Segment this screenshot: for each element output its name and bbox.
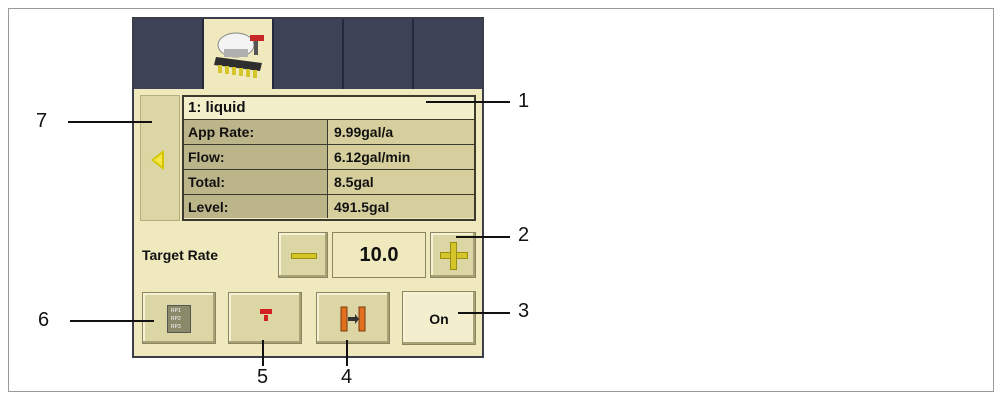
app-rate-label: App Rate: [184,120,328,144]
callout-4: 4 [341,366,353,388]
increase-rate-button[interactable] [430,232,476,278]
callout-5: 5 [257,366,269,388]
level-value: 491.5gal [328,195,474,218]
level-label: Level: [184,195,328,218]
target-rate-value[interactable]: 10.0 [332,232,426,278]
previous-product-button[interactable] [140,95,180,221]
tab-implement[interactable] [204,19,274,89]
tab-3[interactable] [274,19,344,89]
sprayer-implement-icon [214,32,264,78]
flow-value: 6.12gal/min [328,145,474,169]
decrease-rate-button[interactable] [278,232,328,278]
boom-status-button[interactable] [228,292,302,344]
nozzle-icon [260,309,272,314]
product-list-icon: RP1 RP2 RP3 [167,305,191,333]
callout-line-2 [456,236,510,238]
tab-4[interactable] [344,19,414,89]
info-row: App Rate: 9.99gal/a [184,120,474,145]
product-select-button[interactable]: RP1 RP2 RP3 [142,292,216,344]
info-row: Total: 8.5gal [184,170,474,195]
callout-line-1 [426,101,510,103]
minus-icon [291,253,317,259]
callout-2: 2 [518,224,530,246]
tab-strip [134,19,482,89]
tab-1[interactable] [134,19,204,89]
switch-box-icon [340,306,366,332]
callout-3: 3 [518,300,530,322]
section-switch-button[interactable] [316,292,390,344]
callout-line-4 [346,340,348,366]
total-value: 8.5gal [328,170,474,194]
callout-1: 1 [518,90,530,112]
info-row: Flow: 6.12gal/min [184,145,474,170]
tab-5[interactable] [414,19,482,89]
callout-7: 7 [36,110,48,132]
total-label: Total: [184,170,328,194]
info-row: Level: 491.5gal [184,195,474,218]
callout-line-7 [68,121,152,123]
callout-6: 6 [38,309,50,331]
product-info-table: 1: liquid App Rate: 9.99gal/a Flow: 6.12… [182,95,476,221]
rate-control-panel: 1: liquid App Rate: 9.99gal/a Flow: 6.12… [132,17,484,358]
master-on-button[interactable]: On [402,291,476,345]
app-rate-value: 9.99gal/a [328,120,474,144]
target-rate-label: Target Rate [142,247,218,263]
flow-label: Flow: [184,145,328,169]
callout-line-5 [262,340,264,366]
callout-line-6 [70,320,154,322]
callout-line-3 [458,312,510,314]
